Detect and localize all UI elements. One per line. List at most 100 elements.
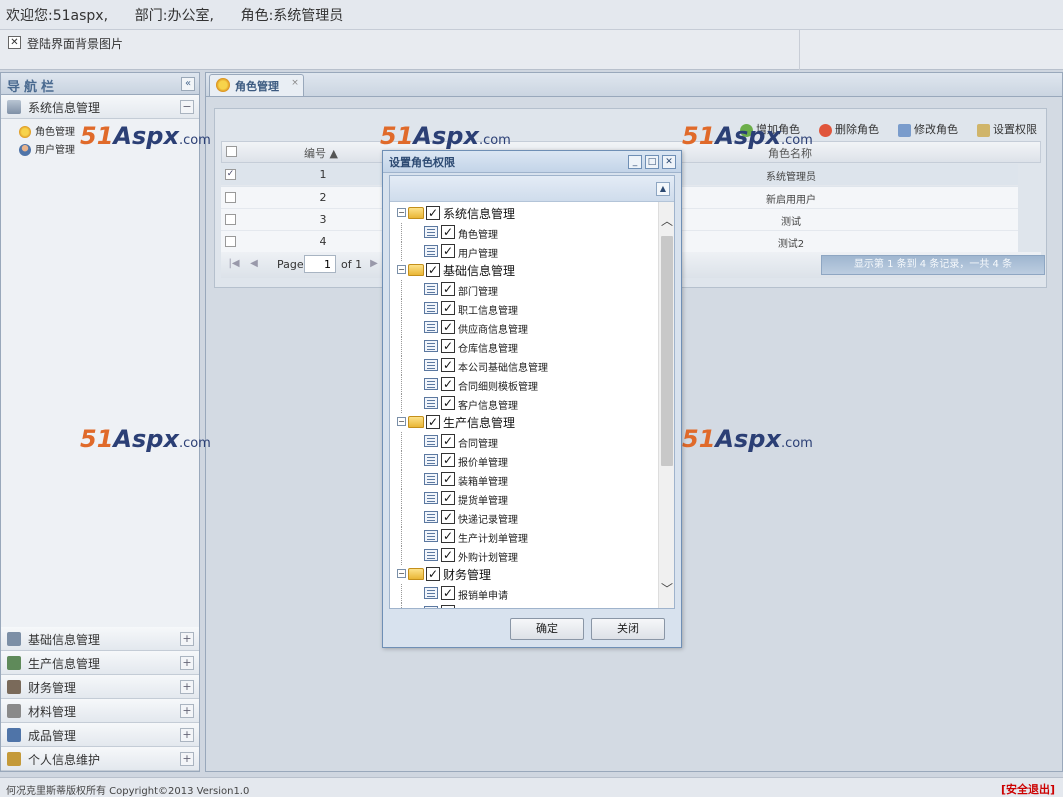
tree-node-label: 用户管理 — [458, 249, 498, 260]
tree-checkbox[interactable]: ✓ — [426, 263, 440, 277]
tree-scrollbar[interactable]: ︿ ﹀ — [658, 202, 674, 608]
expand-section-button[interactable]: + — [180, 752, 194, 766]
page-number-input[interactable] — [304, 255, 336, 273]
tree-checkbox[interactable]: ✓ — [441, 225, 455, 239]
nav-title: 导航栏 — [7, 80, 59, 95]
tab-close-icon[interactable]: × — [290, 79, 300, 89]
tree-checkbox[interactable]: ✓ — [441, 282, 455, 296]
row-checkbox[interactable] — [225, 236, 236, 247]
tree-checkbox[interactable]: ✓ — [441, 301, 455, 315]
chevron-up-icon[interactable]: ▲ — [656, 182, 670, 196]
row-checkbox[interactable] — [225, 192, 236, 203]
tree-node-label: 合同细则模板管理 — [458, 382, 538, 393]
prev-page-icon[interactable]: ◀ — [247, 258, 261, 270]
collapse-node-icon[interactable]: − — [397, 417, 406, 426]
nav-section-label: 生产信息管理 — [28, 657, 101, 671]
ok-button[interactable]: 确定 — [510, 618, 584, 640]
next-page-icon[interactable]: ▶ — [367, 258, 381, 270]
nav-section-label: 财务管理 — [28, 681, 77, 695]
personal-icon — [7, 752, 21, 766]
tree-connector — [401, 299, 402, 318]
nav-section-label: 材料管理 — [28, 705, 77, 719]
collapse-node-icon[interactable]: − — [397, 265, 406, 274]
tree-checkbox[interactable]: ✓ — [441, 244, 455, 258]
close-button[interactable]: 关闭 — [591, 618, 665, 640]
tree-checkbox[interactable]: ✓ — [441, 510, 455, 524]
maximize-icon[interactable]: □ — [645, 155, 659, 169]
scroll-up-icon[interactable]: ︿ — [659, 214, 675, 228]
close-icon[interactable]: ✕ — [662, 155, 676, 169]
column-header-id[interactable]: 编号 ▲ — [304, 145, 338, 161]
tree-checkbox[interactable]: ✓ — [426, 567, 440, 581]
scroll-thumb[interactable] — [661, 236, 673, 466]
first-page-icon[interactable]: |◀ — [227, 258, 241, 270]
nav-section-personal[interactable]: 个人信息维护 + — [1, 747, 199, 771]
row-role-name: 测试 — [781, 217, 801, 228]
tree-checkbox[interactable]: ✓ — [441, 491, 455, 505]
tree-connector — [401, 394, 402, 413]
logout-link[interactable]: [安全退出] — [1001, 781, 1055, 797]
select-all-checkbox[interactable] — [226, 146, 237, 157]
tree-checkbox[interactable]: ✓ — [441, 548, 455, 562]
expand-section-button[interactable]: + — [180, 704, 194, 718]
page-icon — [424, 340, 438, 352]
tree-checkbox[interactable]: ✓ — [441, 453, 455, 467]
nav-item-user-management[interactable]: 用户管理 — [19, 141, 75, 157]
tree-checkbox[interactable]: ✓ — [441, 320, 455, 334]
nav-section-system-info[interactable]: 系统信息管理 − — [1, 95, 199, 119]
tree-checkbox[interactable]: ✓ — [441, 586, 455, 600]
tree-checkbox[interactable]: ✓ — [426, 415, 440, 429]
nav-section-production-info[interactable]: 生产信息管理 + — [1, 651, 199, 675]
tree-checkbox[interactable]: ✓ — [441, 605, 455, 608]
edit-role-button[interactable]: 修改角色 — [898, 121, 958, 137]
nav-section-product[interactable]: 成品管理 + — [1, 723, 199, 747]
tree-connector — [401, 527, 402, 546]
user-icon — [19, 144, 31, 156]
set-permission-button[interactable]: 设置权限 — [977, 121, 1037, 137]
collapse-section-button[interactable]: − — [180, 100, 194, 114]
tree-checkbox[interactable]: ✓ — [426, 206, 440, 220]
delete-role-button[interactable]: 删除角色 — [819, 121, 879, 137]
nav-collapsed-sections: 基础信息管理 + 生产信息管理 + 财务管理 + 材料管理 + 成品管理 + 个… — [1, 627, 199, 771]
expand-section-button[interactable]: + — [180, 632, 194, 646]
tree-panel-header: ▲ — [390, 176, 674, 202]
tree-checkbox[interactable]: ✓ — [441, 358, 455, 372]
expand-section-button[interactable]: + — [180, 680, 194, 694]
row-checkbox[interactable]: ✓ — [225, 169, 236, 180]
banner: ✕ 登陆界面背景图片 — [0, 30, 1063, 70]
dialog-title-bar[interactable]: 设置角色权限 _ □ ✕ — [383, 151, 681, 173]
tree-checkbox[interactable]: ✓ — [441, 339, 455, 353]
edit-role-label: 修改角色 — [914, 123, 958, 136]
tree-connector — [401, 603, 402, 608]
tree-checkbox[interactable]: ✓ — [441, 529, 455, 543]
page-icon — [424, 321, 438, 333]
minimize-icon[interactable]: _ — [628, 155, 642, 169]
tree-checkbox[interactable]: ✓ — [441, 472, 455, 486]
banner-image: ✕ 登陆界面背景图片 — [0, 30, 800, 70]
tree-connector — [401, 318, 402, 337]
page-icon — [424, 397, 438, 409]
tree-checkbox[interactable]: ✓ — [441, 377, 455, 391]
tree-connector — [401, 470, 402, 489]
nav-item-role-management[interactable]: 角色管理 — [19, 123, 75, 139]
nav-section-material[interactable]: 材料管理 + — [1, 699, 199, 723]
nav-section-finance[interactable]: 财务管理 + — [1, 675, 199, 699]
tree-checkbox[interactable]: ✓ — [441, 434, 455, 448]
column-header-role-name[interactable]: 角色名称 — [768, 145, 812, 161]
tree-node-label: 外购计划管理 — [458, 553, 518, 564]
nav-section-label: 系统信息管理 — [28, 101, 101, 115]
nav-section-basic-info[interactable]: 基础信息管理 + — [1, 627, 199, 651]
permission-tree: − ✓ 系统信息管理 ✓ 角色管理 ✓ 用户管理 − ✓ 基础信息管理 ✓ 部门管理 ✓ 职工信息管理 ✓ 供… — [390, 202, 658, 608]
expand-section-button[interactable]: + — [180, 656, 194, 670]
scroll-down-icon[interactable]: ﹀ — [659, 582, 675, 596]
nav-collapse-button[interactable]: « — [181, 77, 195, 91]
tree-node-label: 供应商信息管理 — [458, 325, 528, 336]
tab-role-management[interactable]: 角色管理 × — [209, 74, 304, 96]
add-role-button[interactable]: 增加角色 — [740, 121, 800, 137]
tree-checkbox[interactable]: ✓ — [441, 396, 455, 410]
expand-section-button[interactable]: + — [180, 728, 194, 742]
collapse-node-icon[interactable]: − — [397, 569, 406, 578]
collapse-node-icon[interactable]: − — [397, 208, 406, 217]
row-checkbox[interactable] — [225, 214, 236, 225]
material-icon — [7, 704, 21, 718]
